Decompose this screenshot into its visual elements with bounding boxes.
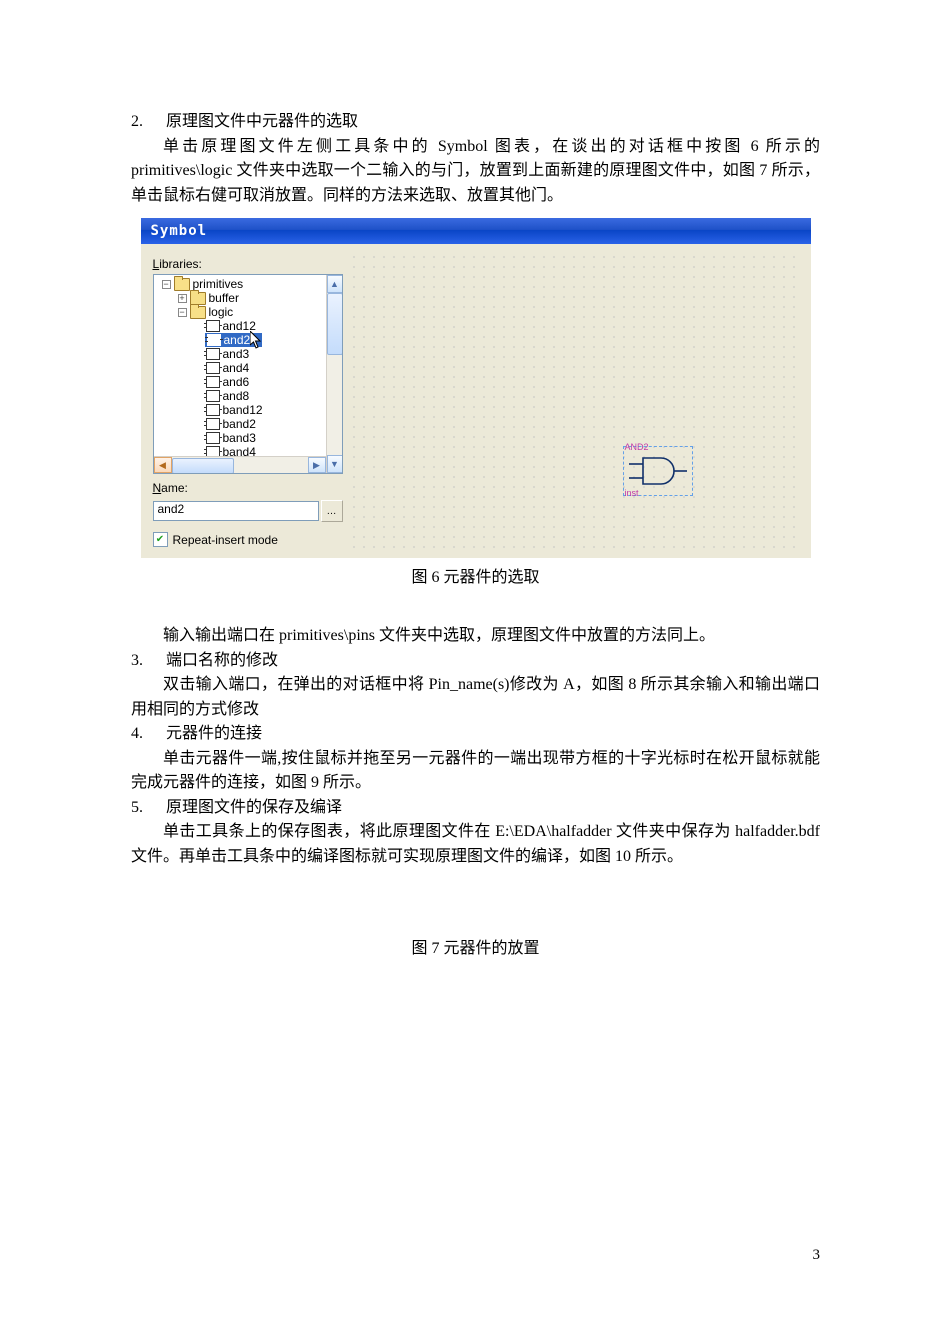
and2-gate-preview: AND2 inst bbox=[623, 446, 693, 496]
tree-item-band3[interactable]: band3 bbox=[223, 431, 256, 445]
page-number: 3 bbox=[813, 1247, 821, 1264]
tree-item-and12[interactable]: and12 bbox=[223, 319, 256, 333]
gate-label: AND2 bbox=[625, 442, 649, 452]
tree-item-and3[interactable]: and3 bbox=[223, 347, 250, 361]
name-input[interactable]: and2 bbox=[153, 501, 319, 521]
scroll-thumb[interactable] bbox=[172, 458, 234, 474]
repeat-insert-checkbox[interactable] bbox=[153, 532, 168, 547]
section-4-heading: 4. 元器件的连接 bbox=[131, 722, 820, 747]
vertical-scrollbar[interactable]: ▲ ▼ bbox=[326, 275, 342, 473]
dialog-title: Symbol bbox=[151, 223, 208, 239]
section-2-heading: 2. 原理图文件中元器件的选取 bbox=[131, 110, 820, 135]
section-3-heading: 3. 端口名称的修改 bbox=[131, 649, 820, 674]
symbol-icon bbox=[206, 390, 220, 402]
symbol-icon bbox=[206, 376, 220, 388]
tree-item-and2: and2 bbox=[224, 333, 251, 347]
folder-closed-icon bbox=[190, 292, 206, 305]
section-2-paragraph: 单击原理图文件左侧工具条中的 Symbol 图表，在谈出的对话框中按图 6 所示… bbox=[131, 135, 820, 209]
libraries-label: Libraries: bbox=[153, 256, 343, 272]
scroll-up-icon[interactable]: ▲ bbox=[327, 275, 343, 293]
collapse-icon[interactable]: − bbox=[178, 308, 187, 317]
tree-item-and4[interactable]: and4 bbox=[223, 361, 250, 375]
section-5-title: 原理图文件的保存及编译 bbox=[166, 796, 820, 821]
symbol-icon bbox=[206, 418, 220, 430]
symbol-preview: AND2 inst bbox=[353, 256, 801, 552]
section-4-number: 4. bbox=[131, 722, 166, 747]
section-5-paragraph: 单击工具条上的保存图表，将此原理图文件在 E:\EDA\halfadder 文件… bbox=[131, 820, 820, 869]
browse-button[interactable]: … bbox=[321, 500, 343, 522]
symbol-icon bbox=[206, 320, 220, 332]
symbol-icon bbox=[206, 404, 220, 416]
expand-icon[interactable]: + bbox=[178, 294, 187, 303]
tree-item-and8[interactable]: and8 bbox=[223, 389, 250, 403]
section-2-number: 2. bbox=[131, 110, 166, 135]
collapse-icon[interactable]: − bbox=[162, 280, 171, 289]
section-2b-paragraph: 输入输出端口在 primitives\pins 文件夹中选取，原理图文件中放置的… bbox=[131, 624, 820, 649]
section-3-title: 端口名称的修改 bbox=[166, 649, 820, 674]
horizontal-scrollbar[interactable]: ◀ ▶ bbox=[154, 456, 326, 473]
tree-root[interactable]: primitives bbox=[193, 277, 244, 291]
repeat-insert-label: Repeat-insert mode bbox=[173, 533, 278, 547]
section-3-paragraph: 双击输入端口，在弹出的对话框中将 Pin_name(s)修改为 A，如图 8 所… bbox=[131, 673, 820, 722]
symbol-dialog: Symbol Libraries: − primitives bbox=[141, 218, 811, 558]
section-5-number: 5. bbox=[131, 796, 166, 821]
symbol-icon bbox=[206, 432, 220, 444]
scroll-down-icon[interactable]: ▼ bbox=[327, 455, 343, 473]
scroll-left-icon[interactable]: ◀ bbox=[154, 457, 172, 473]
dot-grid bbox=[353, 256, 801, 552]
tree-buffer[interactable]: buffer bbox=[209, 291, 239, 305]
section-5-heading: 5. 原理图文件的保存及编译 bbox=[131, 796, 820, 821]
and-gate-icon bbox=[629, 452, 687, 490]
tree-item-band2[interactable]: band2 bbox=[223, 417, 256, 431]
tree-item-and6[interactable]: and6 bbox=[223, 375, 250, 389]
folder-open-icon bbox=[174, 278, 190, 291]
section-4-paragraph: 单击元器件一端,按住鼠标并拖至另一元器件的一端出现带方框的十字光标时在松开鼠标就… bbox=[131, 747, 820, 796]
section-2-title: 原理图文件中元器件的选取 bbox=[166, 110, 820, 135]
symbol-icon bbox=[206, 348, 220, 360]
figure-6-caption: 图 6 元器件的选取 bbox=[141, 566, 811, 590]
scroll-right-icon[interactable]: ▶ bbox=[308, 457, 326, 473]
folder-open-icon bbox=[190, 306, 206, 319]
libraries-tree[interactable]: − primitives + buffer − bbox=[153, 274, 343, 474]
tree-logic[interactable]: logic bbox=[209, 305, 234, 319]
name-label: Name: bbox=[153, 480, 343, 496]
symbol-icon bbox=[206, 362, 220, 374]
section-4-title: 元器件的连接 bbox=[166, 722, 820, 747]
figure-6: Symbol Libraries: − primitives bbox=[141, 218, 811, 590]
scroll-thumb[interactable] bbox=[327, 293, 343, 355]
symbol-icon bbox=[207, 334, 221, 346]
tree-item-selected[interactable]: and2 bbox=[205, 333, 262, 347]
tree-item-band12[interactable]: band12 bbox=[223, 403, 263, 417]
dialog-titlebar: Symbol bbox=[141, 218, 811, 244]
section-3-number: 3. bbox=[131, 649, 166, 674]
figure-7-caption: 图 7 元器件的放置 bbox=[131, 937, 820, 961]
